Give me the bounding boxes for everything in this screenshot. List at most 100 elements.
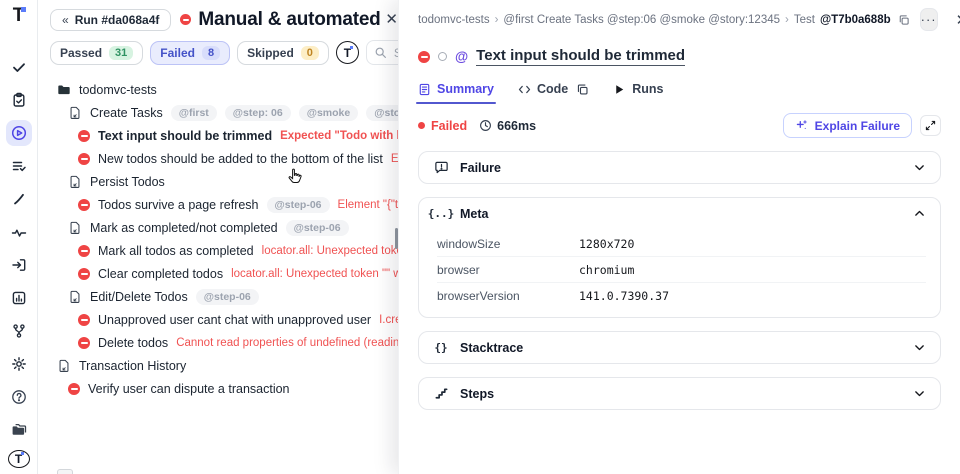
tree-item-label: Transaction History [79,358,187,373]
app-logo-icon[interactable]: T [13,6,26,25]
meta-title: Meta [460,206,489,221]
failed-icon [78,313,90,326]
copy-code-icon[interactable] [576,83,589,96]
tree-item-label: New todos should be added to the bottom … [98,151,383,166]
tree-item-test[interactable]: Mark all todos as completed locator.all: … [38,239,398,262]
breadcrumb-test-label: Test [793,13,815,26]
breadcrumb-suite-root[interactable]: todomvc-tests [418,14,490,26]
meta-section: {..} Meta windowSize 1280x720 browser ch… [418,197,941,318]
box-arrow-in-icon[interactable] [6,252,32,278]
tab-runs[interactable]: Runs [613,82,663,96]
filter-passed[interactable]: Passed 31 [50,40,144,65]
error-message: locator.all: Unexpected token "" while p… [261,244,398,257]
tree-item-test[interactable]: Text input should be trimmed Expected "To… [38,124,398,147]
test-tree: todomvc-tests Create Tasks @first @step: 06… [38,71,398,400]
file-icon [70,106,80,119]
tree-item-folder[interactable]: todomvc-tests [38,78,398,101]
failure-section-header[interactable]: Failure [419,152,940,183]
breadcrumb-suite[interactable]: @first Create Tasks @step:06 @smoke @sto… [503,14,780,26]
failed-icon [78,336,90,349]
tree-item-test[interactable]: New todos should be added to the bottom … [38,147,398,170]
chart-square-icon[interactable] [6,285,32,311]
tree-item-suite[interactable]: Transaction History [38,354,398,377]
tree-item-label: Unapproved user cant chat with unapprove… [98,312,372,327]
tree-item-test[interactable]: Clear completed todos locator.all: Unexpe… [38,262,398,285]
failed-icon [78,244,90,257]
meta-value: 141.0.7390.37 [579,289,670,303]
filter-skipped[interactable]: Skipped 0 [237,40,329,65]
status-label: Failed [431,118,468,133]
tree-item-label: Text input should be trimmed [98,128,273,143]
failed-status-icon [418,50,430,63]
test-title[interactable]: Text input should be trimmed [476,47,686,66]
pulse-icon[interactable] [6,219,32,245]
chevron-down-icon [913,341,926,354]
sparkle-icon [796,120,807,129]
tree-item-test[interactable]: Todos survive a page refresh @step-06 Elem… [38,193,398,216]
play-circle-icon[interactable] [5,120,32,146]
steps-section-header[interactable]: Steps [419,378,940,409]
tree-item-label: Edit/Delete Todos [90,289,188,304]
failed-icon [68,382,80,395]
user-avatar[interactable]: T [335,41,359,64]
meta-value: chromium [579,262,635,277]
partially-scrolled-item [57,469,73,474]
help-icon[interactable] [6,384,32,410]
chevron-down-icon [913,161,926,174]
tree-item-suite[interactable]: Mark as completed/not completed @step-06 [38,216,398,239]
filter-skipped-label: Skipped [247,45,294,60]
tag-badge: @story: 12345 [366,104,398,121]
tree-item-label: Verify user can dispute a transaction [88,381,290,396]
meta-row: browser chromium [437,257,926,283]
steps-title: Steps [460,386,495,401]
tree-item-suite[interactable]: Persist Todos [38,170,398,193]
tree-item-suite[interactable]: Create Tasks @first @step: 06 @smoke @story:… [38,101,398,124]
list-check-icon[interactable] [6,153,32,179]
expand-button[interactable] [920,115,941,136]
pen-line-icon[interactable] [6,186,32,212]
tree-item-test[interactable]: Verify user can dispute a transaction [38,377,398,400]
automated-test-icon: @ [455,48,469,64]
unsynced-status-icon [438,52,447,61]
filter-passed-count: 31 [109,45,134,60]
back-to-run-button[interactable]: « Run #da068a4f [50,8,172,31]
tree-item-suite[interactable]: Edit/Delete Todos @step-06 [38,285,398,308]
chevron-up-icon [913,207,926,220]
meta-section-header[interactable]: {..} Meta [419,198,940,229]
projects-folder-icon[interactable] [6,417,32,443]
failed-dot-icon [418,122,425,129]
tree-item-test[interactable]: Delete todos Cannot read properties of un… [38,331,398,354]
tree-item-test[interactable]: Unapproved user cant chat with unapprove… [38,308,398,331]
search-icon [375,47,386,58]
stacktrace-section-header[interactable]: {} Stacktrace [419,332,940,363]
failed-icon [78,267,90,280]
clipboard-check-icon[interactable] [6,87,32,113]
profile-logo-icon[interactable]: T [7,450,30,468]
run-panel: « Run #da068a4f Manual & automated test … [38,0,398,474]
detail-close-icon[interactable]: ✕ [956,11,960,29]
failed-icon [78,152,90,165]
stacktrace-title: Stacktrace [460,340,524,355]
duration-label: 666ms [497,118,537,133]
check-icon[interactable] [6,54,32,80]
failure-title: Failure [460,160,501,175]
breadcrumb: todomvc-tests › @first Create Tasks @ste… [418,8,960,31]
detail-tabs: Summary Code Runs [416,82,941,104]
git-branch-icon[interactable] [6,318,32,344]
more-options-button[interactable]: ··· [919,8,938,31]
run-close-icon[interactable]: ✕ [385,12,398,27]
code-icon [518,85,531,93]
gear-icon[interactable] [6,351,32,377]
copy-test-id-icon[interactable] [898,14,910,26]
filter-failed[interactable]: Failed 8 [150,40,231,65]
explain-failure-button[interactable]: Explain Failure [782,113,912,138]
runs-icon [616,84,624,94]
tab-code[interactable]: Code [518,82,589,96]
breadcrumb-separator: › [785,13,789,26]
filter-passed-label: Passed [60,45,103,60]
failure-section: Failure [418,151,941,184]
file-icon [59,359,69,372]
run-id-label: Run #da068a4f [74,12,160,27]
tab-summary[interactable]: Summary [416,82,496,104]
meta-value: 1280x720 [579,236,635,251]
